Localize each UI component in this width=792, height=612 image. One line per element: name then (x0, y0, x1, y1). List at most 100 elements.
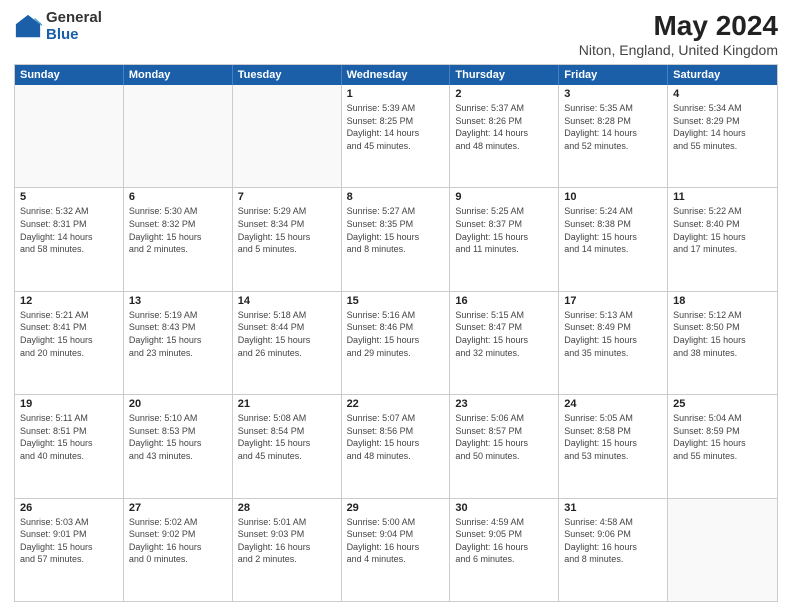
day-number: 18 (673, 295, 772, 307)
day-info: Sunrise: 5:06 AM Sunset: 8:57 PM Dayligh… (455, 412, 553, 462)
calendar-cell-20: 20Sunrise: 5:10 AM Sunset: 8:53 PM Dayli… (124, 395, 233, 497)
day-number: 17 (564, 295, 662, 307)
day-number: 2 (455, 88, 553, 100)
calendar-header-monday: Monday (124, 65, 233, 85)
day-number: 3 (564, 88, 662, 100)
calendar-cell-3: 3 Sunrise: 5:35 AM Sunset: 8:28 PM Daylig… (559, 85, 668, 187)
day-info: Sunrise: 5:22 AM Sunset: 8:40 PM Dayligh… (673, 205, 772, 255)
day-info: Sunrise: 5:37 AM Sunset: 8:26 PM Dayligh… (455, 102, 553, 152)
calendar-cell-22: 22 Sunrise: 5:07 AM Sunset: 8:56 PM Dayli… (342, 395, 451, 497)
day-number: 1 (347, 88, 445, 100)
logo-blue-text: Blue (46, 27, 102, 44)
day-number: 23 (455, 398, 553, 410)
day-info: Sunrise: 5:27 AM Sunset: 8:35 PM Dayligh… (347, 205, 445, 255)
day-info: Sunrise: 5:32 AM Sunset: 8:31 PM Dayligh… (20, 205, 118, 255)
calendar-cell-23: 23 Sunrise: 5:06 AM Sunset: 8:57 PM Dayli… (450, 395, 559, 497)
day-info: Sunrise: 5:13 AM Sunset: 8:49 PM Dayligh… (564, 309, 662, 359)
day-info: Sunrise: 5:34 AM Sunset: 8:29 PM Dayligh… (673, 102, 772, 152)
day-number: 31 (564, 502, 662, 514)
day-info: Sunrise: 5:10 AM Sunset: 8:53 PM Dayligh… (129, 412, 227, 462)
main-title: May 2024 (579, 10, 778, 42)
calendar-cell-19: 19Sunrise: 5:11 AM Sunset: 8:51 PM Dayli… (15, 395, 124, 497)
calendar-cell-empty-6 (668, 499, 777, 601)
calendar-cell-26: 26 Sunrise: 5:03 AM Sunset: 9:01 PM Dayli… (15, 499, 124, 601)
day-info: Sunrise: 5:19 AM Sunset: 8:43 PM Dayligh… (129, 309, 227, 359)
day-number: 7 (238, 191, 336, 203)
calendar-cell-15: 15Sunrise: 5:16 AM Sunset: 8:46 PM Dayli… (342, 292, 451, 394)
logo-icon (14, 13, 42, 41)
calendar-header-tuesday: Tuesday (233, 65, 342, 85)
day-number: 10 (564, 191, 662, 203)
day-info: Sunrise: 5:30 AM Sunset: 8:32 PM Dayligh… (129, 205, 227, 255)
day-info: Sunrise: 5:11 AM Sunset: 8:51 PM Dayligh… (20, 412, 118, 462)
calendar-cell-12: 12 Sunrise: 5:21 AM Sunset: 8:41 PM Dayli… (15, 292, 124, 394)
calendar-cell-27: 27 Sunrise: 5:02 AM Sunset: 9:02 PM Dayli… (124, 499, 233, 601)
calendar-cell-30: 30 Sunrise: 4:59 AM Sunset: 9:05 PM Dayli… (450, 499, 559, 601)
day-number: 27 (129, 502, 227, 514)
day-info: Sunrise: 5:04 AM Sunset: 8:59 PM Dayligh… (673, 412, 772, 462)
day-info: Sunrise: 5:05 AM Sunset: 8:58 PM Dayligh… (564, 412, 662, 462)
calendar-week-2: 12 Sunrise: 5:21 AM Sunset: 8:41 PM Dayli… (15, 292, 777, 395)
title-block: May 2024 Niton, England, United Kingdom (579, 10, 778, 58)
calendar-cell-31: 31 Sunrise: 4:58 AM Sunset: 9:06 PM Dayli… (559, 499, 668, 601)
day-number: 16 (455, 295, 553, 307)
subtitle: Niton, England, United Kingdom (579, 42, 778, 58)
day-number: 15 (347, 295, 445, 307)
calendar-header: SundayMondayTuesdayWednesdayThursdayFrid… (15, 65, 777, 85)
calendar-cell-2: 2 Sunrise: 5:37 AM Sunset: 8:26 PM Daylig… (450, 85, 559, 187)
calendar-cell-17: 17 Sunrise: 5:13 AM Sunset: 8:49 PM Dayli… (559, 292, 668, 394)
day-number: 5 (20, 191, 118, 203)
day-info: Sunrise: 4:59 AM Sunset: 9:05 PM Dayligh… (455, 516, 553, 566)
logo-text: General Blue (46, 10, 102, 43)
day-number: 30 (455, 502, 553, 514)
day-number: 26 (20, 502, 118, 514)
logo: General Blue (14, 10, 102, 43)
day-info: Sunrise: 4:58 AM Sunset: 9:06 PM Dayligh… (564, 516, 662, 566)
calendar-week-1: 5 Sunrise: 5:32 AM Sunset: 8:31 PM Daylig… (15, 188, 777, 291)
day-info: Sunrise: 5:15 AM Sunset: 8:47 PM Dayligh… (455, 309, 553, 359)
day-info: Sunrise: 5:08 AM Sunset: 8:54 PM Dayligh… (238, 412, 336, 462)
day-number: 28 (238, 502, 336, 514)
day-info: Sunrise: 5:07 AM Sunset: 8:56 PM Dayligh… (347, 412, 445, 462)
day-number: 22 (347, 398, 445, 410)
calendar-cell-5: 5 Sunrise: 5:32 AM Sunset: 8:31 PM Daylig… (15, 188, 124, 290)
calendar-cell-1: 1Sunrise: 5:39 AM Sunset: 8:25 PM Daylig… (342, 85, 451, 187)
day-info: Sunrise: 5:00 AM Sunset: 9:04 PM Dayligh… (347, 516, 445, 566)
day-info: Sunrise: 5:12 AM Sunset: 8:50 PM Dayligh… (673, 309, 772, 359)
calendar-cell-28: 28 Sunrise: 5:01 AM Sunset: 9:03 PM Dayli… (233, 499, 342, 601)
day-number: 11 (673, 191, 772, 203)
day-info: Sunrise: 5:02 AM Sunset: 9:02 PM Dayligh… (129, 516, 227, 566)
day-number: 21 (238, 398, 336, 410)
calendar-week-0: 1Sunrise: 5:39 AM Sunset: 8:25 PM Daylig… (15, 85, 777, 188)
calendar-header-thursday: Thursday (450, 65, 559, 85)
day-info: Sunrise: 5:01 AM Sunset: 9:03 PM Dayligh… (238, 516, 336, 566)
calendar-cell-16: 16 Sunrise: 5:15 AM Sunset: 8:47 PM Dayli… (450, 292, 559, 394)
calendar-cell-25: 25 Sunrise: 5:04 AM Sunset: 8:59 PM Dayli… (668, 395, 777, 497)
day-info: Sunrise: 5:21 AM Sunset: 8:41 PM Dayligh… (20, 309, 118, 359)
day-number: 12 (20, 295, 118, 307)
page: General Blue May 2024 Niton, England, Un… (0, 0, 792, 612)
calendar-cell-14: 14Sunrise: 5:18 AM Sunset: 8:44 PM Dayli… (233, 292, 342, 394)
calendar-cell-empty-0 (15, 85, 124, 187)
calendar-cell-7: 7Sunrise: 5:29 AM Sunset: 8:34 PM Daylig… (233, 188, 342, 290)
calendar-cell-10: 10 Sunrise: 5:24 AM Sunset: 8:38 PM Dayli… (559, 188, 668, 290)
day-number: 4 (673, 88, 772, 100)
header: General Blue May 2024 Niton, England, Un… (14, 10, 778, 58)
day-number: 9 (455, 191, 553, 203)
calendar-cell-8: 8Sunrise: 5:27 AM Sunset: 8:35 PM Daylig… (342, 188, 451, 290)
day-number: 24 (564, 398, 662, 410)
logo-general-text: General (46, 10, 102, 27)
calendar-body: 1Sunrise: 5:39 AM Sunset: 8:25 PM Daylig… (15, 85, 777, 601)
day-number: 6 (129, 191, 227, 203)
calendar-header-wednesday: Wednesday (342, 65, 451, 85)
calendar-header-sunday: Sunday (15, 65, 124, 85)
day-info: Sunrise: 5:35 AM Sunset: 8:28 PM Dayligh… (564, 102, 662, 152)
calendar-cell-18: 18 Sunrise: 5:12 AM Sunset: 8:50 PM Dayli… (668, 292, 777, 394)
calendar-week-3: 19Sunrise: 5:11 AM Sunset: 8:51 PM Dayli… (15, 395, 777, 498)
calendar-cell-13: 13Sunrise: 5:19 AM Sunset: 8:43 PM Dayli… (124, 292, 233, 394)
day-info: Sunrise: 5:24 AM Sunset: 8:38 PM Dayligh… (564, 205, 662, 255)
calendar-cell-4: 4 Sunrise: 5:34 AM Sunset: 8:29 PM Daylig… (668, 85, 777, 187)
day-number: 25 (673, 398, 772, 410)
calendar-header-saturday: Saturday (668, 65, 777, 85)
day-info: Sunrise: 5:03 AM Sunset: 9:01 PM Dayligh… (20, 516, 118, 566)
